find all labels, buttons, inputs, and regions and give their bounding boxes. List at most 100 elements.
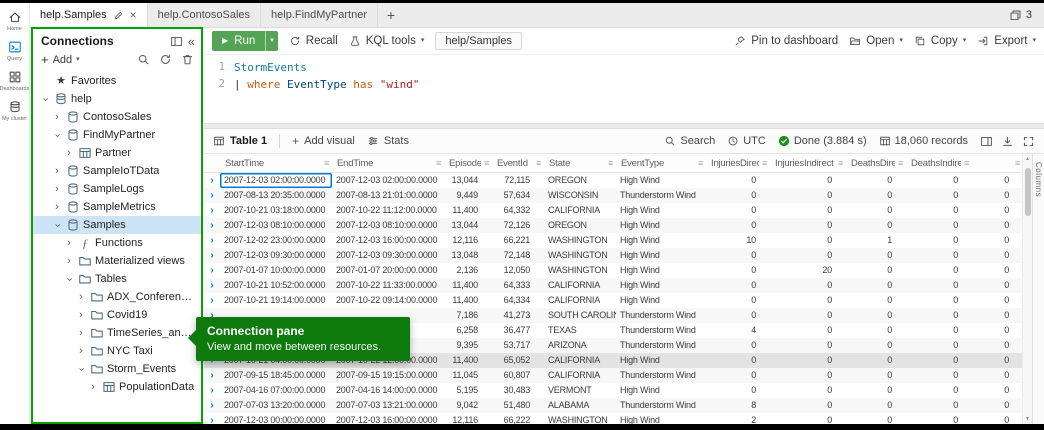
search-icon[interactable] — [137, 53, 150, 66]
grid-cell[interactable]: 60,807 — [492, 368, 544, 383]
grid-cell[interactable]: 2007-12-03 08:10:00.0000 — [220, 218, 332, 233]
rail-item-query[interactable]: Query — [0, 40, 29, 62]
expand-chevron-icon[interactable]: › — [63, 237, 75, 249]
row-expand-icon[interactable]: › — [204, 188, 220, 203]
grid-cell[interactable]: 0 — [972, 173, 1023, 188]
tree-item-samples[interactable]: › Samples — [33, 216, 201, 234]
grid-cell[interactable]: 0 — [706, 173, 770, 188]
column-menu-icon[interactable]: ≡ — [762, 158, 767, 168]
collapse-pane-icon[interactable]: « — [188, 35, 195, 48]
grid-cell[interactable]: WISCONSIN — [544, 188, 616, 203]
grid-cell[interactable]: 66,221 — [492, 233, 544, 248]
grid-cell[interactable]: 64,333 — [492, 278, 544, 293]
kql-tools-button[interactable]: KQL tools ▾ — [349, 35, 424, 47]
grid-cell[interactable]: High Wind — [616, 203, 706, 218]
column-menu-icon[interactable]: ≡ — [536, 158, 541, 168]
grid-cell[interactable]: 57,634 — [492, 188, 544, 203]
grid-cell[interactable]: 0 — [770, 308, 846, 323]
expand-chevron-icon[interactable]: › — [75, 345, 87, 357]
grid-cell[interactable]: 72,115 — [492, 173, 544, 188]
grid-cell[interactable]: 0 — [906, 308, 972, 323]
grid-cell[interactable]: 0 — [706, 293, 770, 308]
grid-cell[interactable]: 2007-08-13 20:35:00.0000 — [220, 188, 332, 203]
grid-cell[interactable]: 0 — [846, 173, 906, 188]
grid-cell[interactable]: 0 — [972, 248, 1023, 263]
grid-cell[interactable]: 0 — [770, 278, 846, 293]
grid-cell[interactable]: 0 — [906, 383, 972, 398]
grid-cell[interactable]: 0 — [770, 353, 846, 368]
table-row[interactable]: › 2007-09-15 18:45:00.0000 2007-09-15 19:1… — [204, 368, 1023, 383]
columns-panel-icon[interactable] — [980, 135, 993, 148]
grid-cell[interactable]: 0 — [846, 398, 906, 413]
grid-cell[interactable]: 30,483 — [492, 383, 544, 398]
grid-cell[interactable]: 0 — [972, 368, 1023, 383]
query-scope-selector[interactable]: help/Samples — [435, 31, 522, 50]
row-expand-icon[interactable]: › — [204, 203, 220, 218]
expand-chevron-icon[interactable]: › — [51, 201, 63, 213]
grid-cell[interactable]: 0 — [906, 248, 972, 263]
grid-cell[interactable]: 0 — [846, 338, 906, 353]
grid-cell[interactable]: 0 — [770, 248, 846, 263]
grid-cell[interactable]: 0 — [770, 188, 846, 203]
run-button[interactable]: ▶ Run ▾ — [212, 30, 278, 51]
column-header-deathsdirect[interactable]: DeathsDirect≡ — [846, 154, 906, 172]
grid-cell[interactable]: 2007-10-22 11:12:00.0000 — [332, 203, 444, 218]
column-header-endtime[interactable]: EndTime ≡ — [332, 154, 444, 172]
grid-cell[interactable]: 2 — [706, 413, 770, 424]
expand-icon[interactable] — [1022, 135, 1035, 148]
timezone-selector[interactable]: UTC — [727, 135, 766, 147]
table-row[interactable]: › 2007-10-21 10:52:00.0000 2007-10-22 11:3… — [204, 278, 1023, 293]
grid-cell[interactable]: 2007-10-21 19:14:00.0000 — [220, 293, 332, 308]
grid-cell[interactable]: 0 — [706, 353, 770, 368]
grid-cell[interactable]: 2007-09-15 18:45:00.0000 — [220, 368, 332, 383]
grid-cell[interactable]: High Wind — [616, 248, 706, 263]
grid-cell[interactable]: 0 — [972, 188, 1023, 203]
column-header-starttime[interactable]: StartTime ≡ — [220, 154, 332, 172]
grid-cell[interactable]: 2007-12-03 16:00:00.0000 — [332, 413, 444, 424]
collapse-chevron-icon[interactable]: › — [52, 129, 64, 141]
grid-cell[interactable]: 12,116 — [444, 233, 492, 248]
grid-cell[interactable]: 2,136 — [444, 263, 492, 278]
column-header-episodeid[interactable]: EpisodeId≡ — [444, 154, 492, 172]
expand-chevron-icon[interactable]: › — [75, 291, 87, 303]
grid-cell[interactable]: WASHINGTON — [544, 263, 616, 278]
row-expand-icon[interactable]: › — [204, 248, 220, 263]
grid-cell[interactable]: 0 — [906, 203, 972, 218]
grid-cell[interactable]: 0 — [706, 308, 770, 323]
tree-item-samplelogs[interactable]: › SampleLogs — [33, 180, 201, 198]
grid-cell[interactable]: 0 — [770, 203, 846, 218]
table-row[interactable]: › 2007-07-03 13:20:00.0000 2007-07-03 13:2… — [204, 398, 1023, 413]
grid-cell[interactable]: 4 — [706, 323, 770, 338]
grid-cell[interactable]: 2007-07-03 13:21:00.0000 — [332, 398, 444, 413]
collapse-chevron-icon[interactable]: › — [76, 363, 88, 375]
grid-cell[interactable]: 2007-04-16 07:00:00.0000 — [220, 383, 332, 398]
grid-cell[interactable]: 12,116 — [444, 413, 492, 424]
grid-cell[interactable]: Thunderstorm Wind — [616, 338, 706, 353]
grid-cell[interactable]: High Wind — [616, 173, 706, 188]
expand-chevron-icon[interactable]: › — [51, 165, 63, 177]
pane-view-icon[interactable] — [170, 35, 183, 48]
table-row[interactable]: › 2007-01-07 10:00:00.0000 2007-01-07 20:0… — [204, 263, 1023, 278]
tab-help-samples[interactable]: help.Samples × — [30, 3, 148, 27]
grid-cell[interactable]: 2007-10-22 09:14:00.0000 — [332, 293, 444, 308]
grid-cell[interactable]: 0 — [770, 218, 846, 233]
tree-item-findmypartner[interactable]: › FindMyPartner — [33, 126, 201, 144]
grid-cell[interactable]: 11,045 — [444, 368, 492, 383]
grid-cell[interactable]: 0 — [846, 323, 906, 338]
column-menu-icon[interactable]: ≡ — [838, 158, 843, 168]
grid-cell[interactable]: 9,449 — [444, 188, 492, 203]
grid-cell[interactable]: Thunderstorm Wind — [616, 368, 706, 383]
grid-cell[interactable]: 0 — [906, 218, 972, 233]
columns-side-panel-tab[interactable]: Columns — [1032, 154, 1044, 424]
grid-cell[interactable]: High Wind — [616, 233, 706, 248]
grid-cell[interactable]: Thunderstorm Wind — [616, 398, 706, 413]
open-tabs-count[interactable]: 3 — [997, 3, 1044, 27]
grid-cell[interactable]: 0 — [770, 173, 846, 188]
grid-cell[interactable]: 2007-12-03 09:30:00.0000 — [332, 248, 444, 263]
grid-cell[interactable]: 0 — [706, 278, 770, 293]
grid-cell[interactable]: SOUTH CAROLINA — [544, 308, 616, 323]
grid-cell[interactable]: 0 — [770, 233, 846, 248]
stats-button[interactable]: Stats — [367, 135, 409, 147]
tree-item-favorites[interactable]: ›★Favorites — [33, 72, 201, 90]
query-editor[interactable]: 12 StormEvents | where EventType has "win… — [204, 55, 1044, 123]
